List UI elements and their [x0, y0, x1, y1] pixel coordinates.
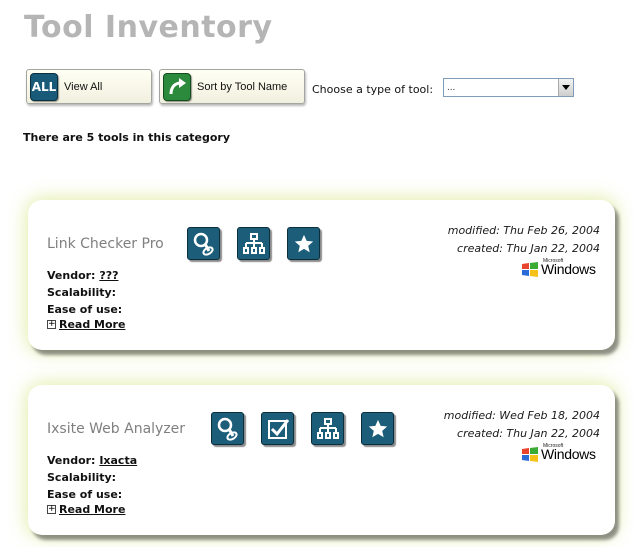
vendor-label: Vendor: — [47, 269, 96, 282]
all-icon: ALL — [30, 72, 58, 101]
windows-logo-icon: Microsoft Windows — [521, 258, 603, 280]
view-all-label: View All — [64, 80, 103, 93]
tool-icons — [187, 227, 320, 260]
tool-dates: modified: Wed Feb 18, 2004 created: Thu … — [444, 407, 600, 443]
tool-card: Link Checker Pro modified: Thu Feb 26, 2… — [28, 200, 615, 350]
view-all-button[interactable]: ALL View All — [26, 69, 152, 104]
vendor-link[interactable]: ??? — [99, 269, 118, 282]
tool-type-select[interactable]: ... — [443, 78, 574, 97]
sitemap-icon[interactable] — [237, 227, 270, 260]
link-check-icon[interactable] — [187, 227, 220, 260]
created-date: created: Thu Jan 22, 2004 — [457, 242, 600, 255]
sort-by-name-button[interactable]: Sort by Tool Name — [159, 69, 305, 104]
vendor-link[interactable]: Ixacta — [99, 454, 137, 467]
expand-plus-icon[interactable]: + — [47, 505, 56, 514]
star-icon[interactable] — [287, 227, 320, 260]
expand-plus-icon[interactable]: + — [47, 320, 56, 329]
scalability-label: Scalability: — [47, 286, 117, 299]
vendor-label: Vendor: — [47, 454, 96, 467]
tool-card: Ixsite Web Analyzer modified: Wed Feb 18… — [28, 385, 615, 535]
sort-label: Sort by Tool Name — [197, 80, 288, 93]
tool-type-label: Choose a type of tool: — [312, 83, 434, 96]
read-more-link[interactable]: + Read More — [47, 501, 137, 518]
tool-count-text: There are 5 tools in this category — [23, 131, 231, 144]
read-more-label[interactable]: Read More — [59, 501, 125, 518]
created-date: created: Thu Jan 22, 2004 — [457, 427, 600, 440]
os-brand: Windows — [541, 261, 596, 277]
tool-fields: Vendor: Ixacta Scalability: Ease of use:… — [47, 452, 137, 518]
tool-type-select-value: ... — [447, 82, 456, 93]
read-more-label[interactable]: Read More — [59, 316, 125, 333]
os-brand: Windows — [541, 446, 596, 462]
read-more-link[interactable]: + Read More — [47, 316, 125, 333]
modified-date: modified: Wed Feb 18, 2004 — [443, 409, 600, 422]
modified-date: modified: Thu Feb 26, 2004 — [447, 224, 600, 237]
dropdown-arrow-icon[interactable] — [558, 79, 573, 96]
tool-fields: Vendor: ??? Scalability: Ease of use: + … — [47, 267, 125, 333]
page-title: Tool Inventory — [24, 10, 273, 45]
scalability-label: Scalability: — [47, 471, 117, 484]
tool-name: Ixsite Web Analyzer — [47, 421, 186, 437]
curved-arrow-icon — [163, 72, 191, 101]
tool-name: Link Checker Pro — [47, 236, 164, 252]
tool-dates: modified: Thu Feb 26, 2004 created: Thu … — [448, 222, 600, 258]
tool-icons — [211, 412, 394, 445]
star-icon[interactable] — [361, 412, 394, 445]
checkbox-icon[interactable] — [261, 412, 294, 445]
toolbar: ALL View All Sort by Tool Name Choose a … — [26, 69, 626, 105]
sitemap-icon[interactable] — [311, 412, 344, 445]
windows-logo-icon: Microsoft Windows — [521, 443, 603, 465]
link-check-icon[interactable] — [211, 412, 244, 445]
